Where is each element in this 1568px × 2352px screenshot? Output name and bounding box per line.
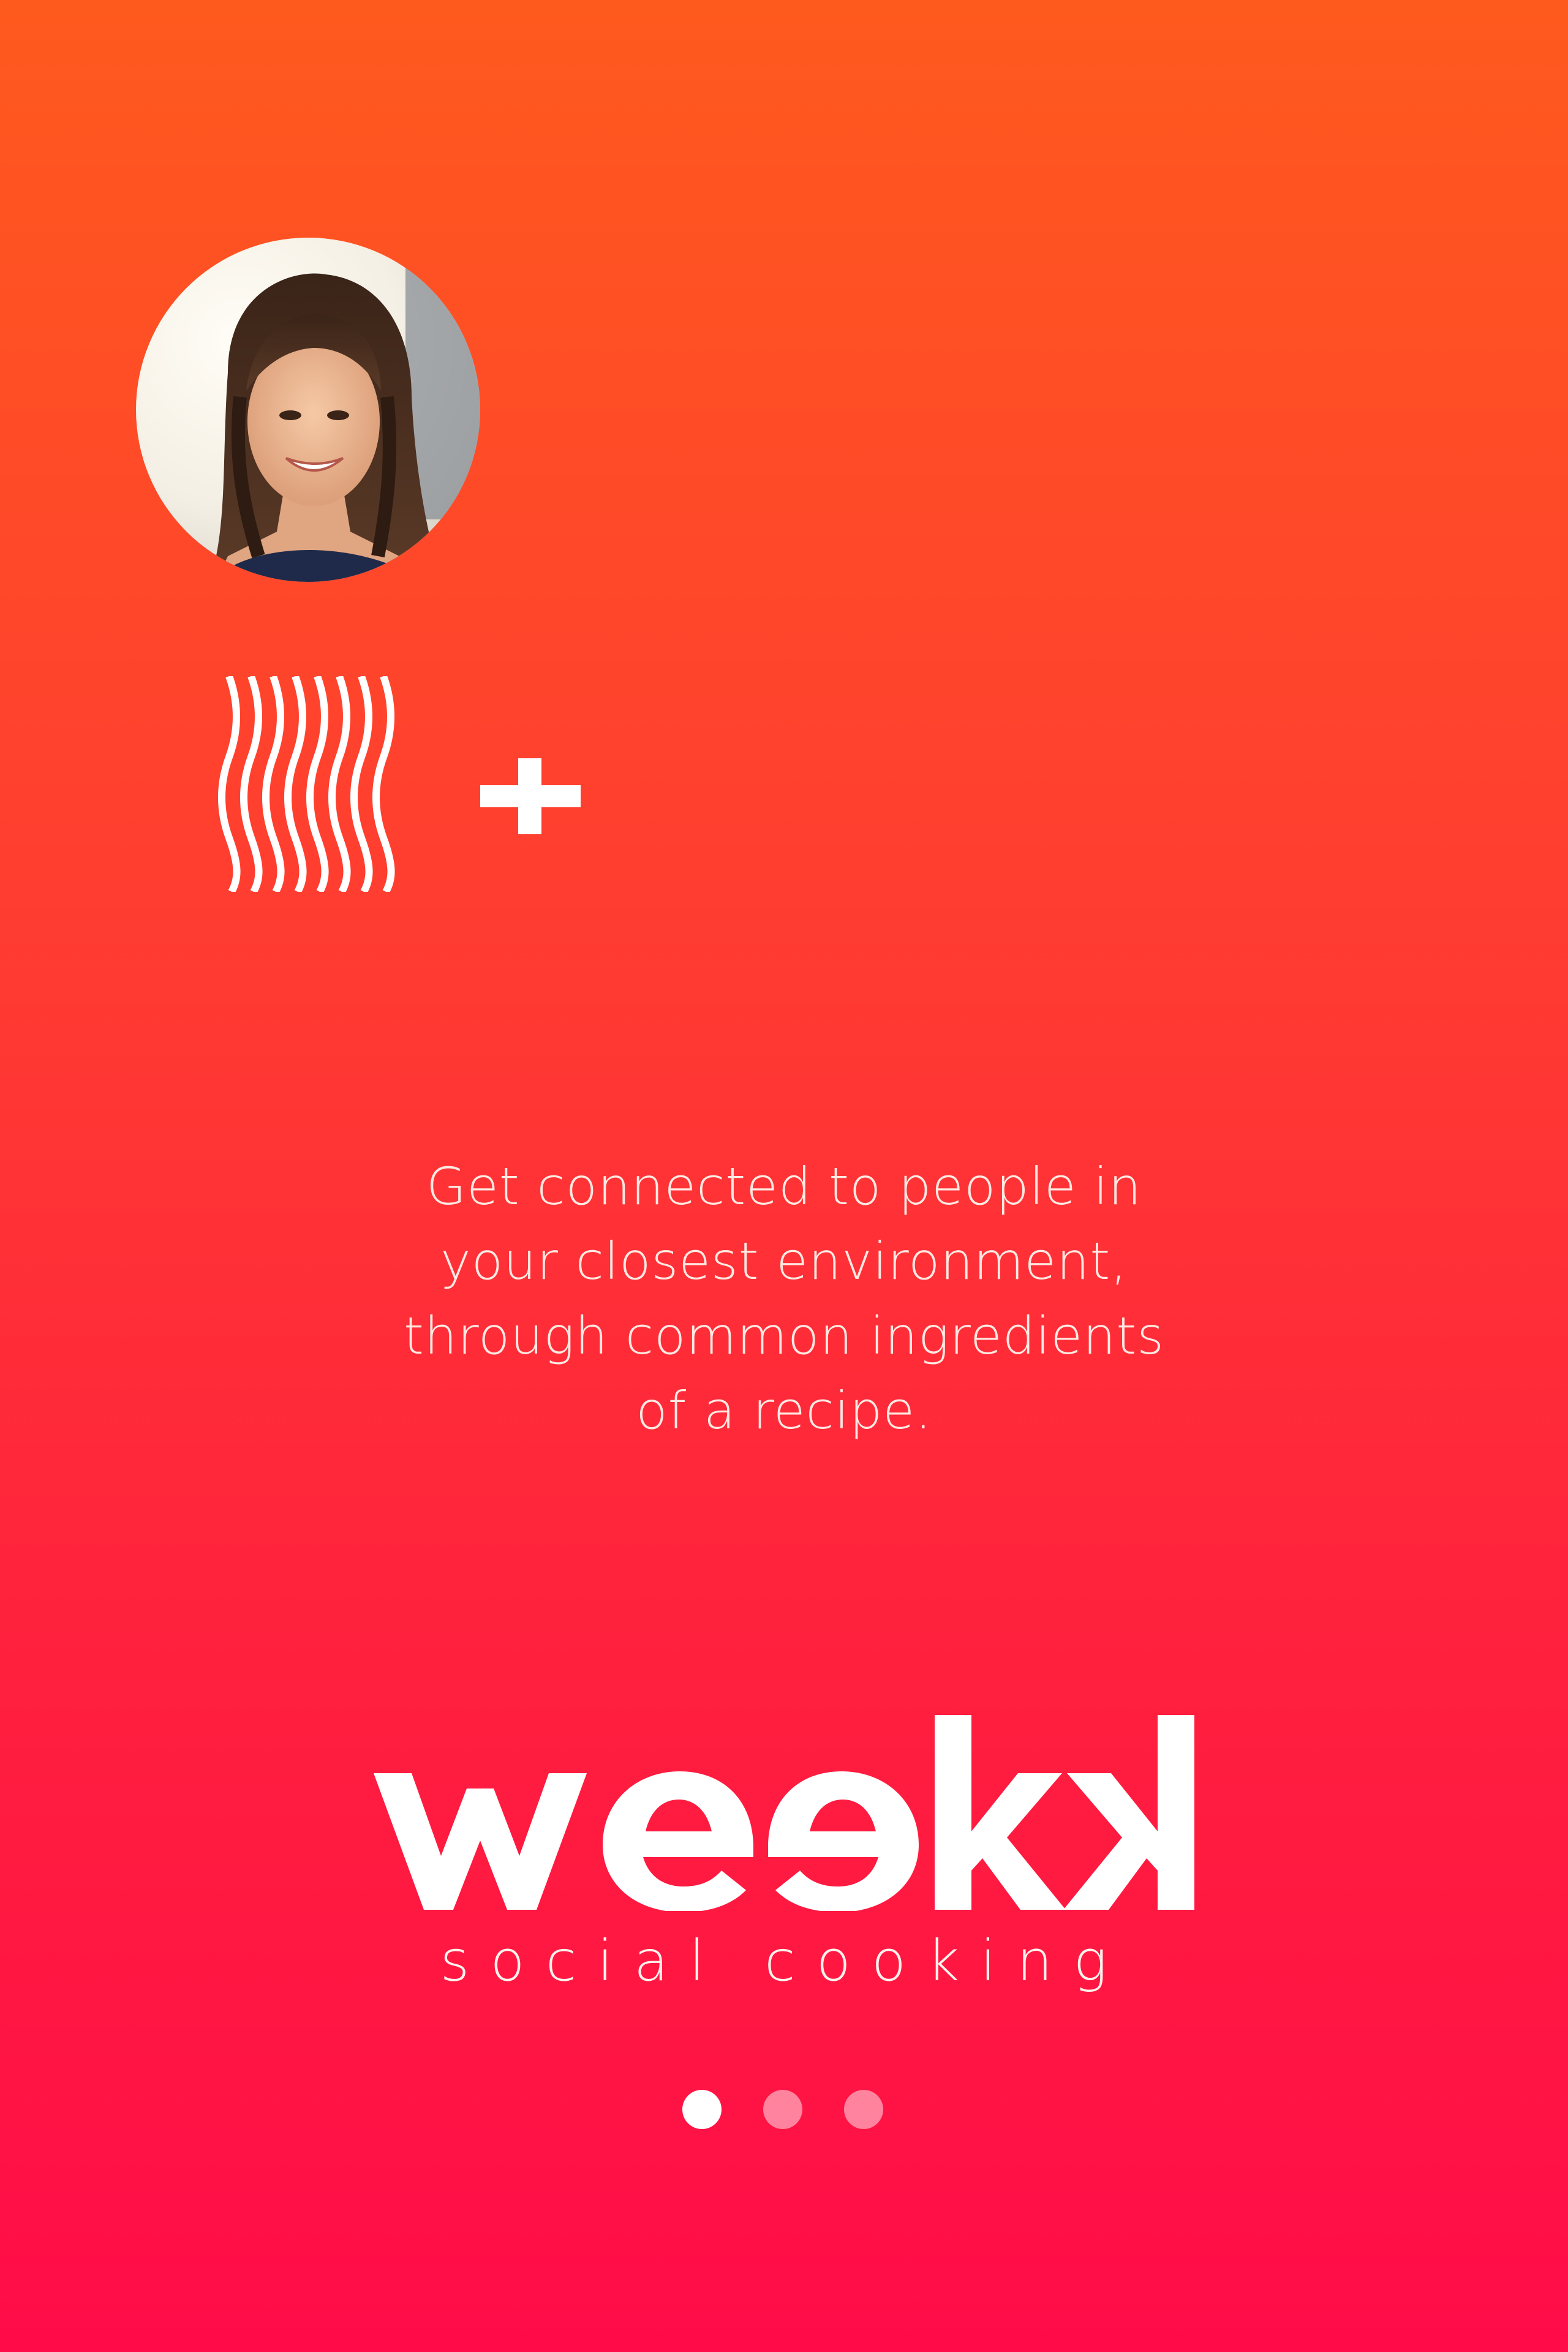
plus-icon[interactable] <box>480 758 581 834</box>
onboarding-screen: Get connected to people in your closest … <box>0 0 1568 2352</box>
avatar-photo <box>136 238 480 582</box>
brand-logo <box>374 1715 1194 1912</box>
page-dot-3[interactable] <box>844 2090 883 2129</box>
brand-logo-wordmark <box>374 1715 1194 1912</box>
noodles-icon <box>218 674 402 894</box>
page-indicator <box>682 2090 884 2129</box>
plus-icon-vertical-bar <box>518 758 541 834</box>
page-dot-1[interactable] <box>682 2090 722 2129</box>
onboarding-description: Get connected to people in your closest … <box>403 1156 1165 1441</box>
brand-tagline: social cooking <box>440 1928 1128 1994</box>
page-dot-2[interactable] <box>763 2090 802 2129</box>
noodles-icon-graphic <box>218 674 395 894</box>
user-avatar <box>136 238 480 582</box>
